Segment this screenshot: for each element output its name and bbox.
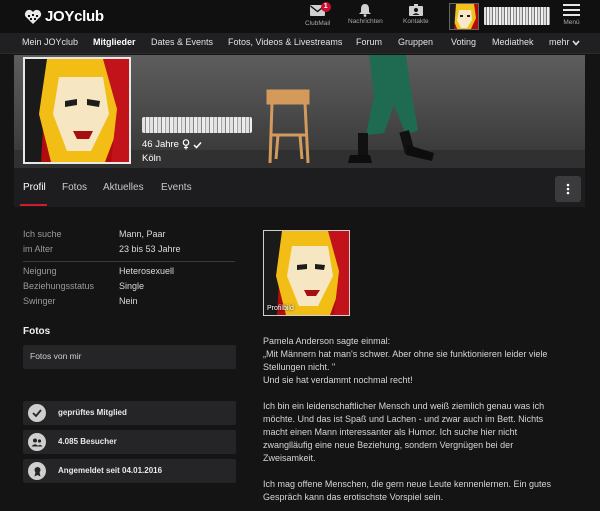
check-icon xyxy=(28,404,46,422)
nav-voting[interactable]: Voting xyxy=(451,37,476,47)
stat-verified-text: geprüftes Mitglied xyxy=(58,408,127,417)
detail-label-ich-suche: Ich suche xyxy=(23,229,62,239)
details-divider xyxy=(23,261,235,262)
main-navigation: Mein JOYclub Mitglieder Dates & Events F… xyxy=(0,33,600,54)
users-icon xyxy=(28,433,46,451)
verified-check-icon xyxy=(193,141,202,149)
fotos-section-title: Fotos xyxy=(23,326,51,337)
bio-line: Stellungen nicht. " xyxy=(263,362,336,372)
fotos-von-mir-button[interactable]: Fotos von mir xyxy=(23,345,236,369)
detail-label-im-alter: im Alter xyxy=(23,244,54,254)
profile-city: Köln xyxy=(142,153,162,164)
detail-value-neigung: Heterosexuell xyxy=(119,266,175,276)
bio-line: Gespräch kann das erotischste Vorspiel s… xyxy=(263,492,444,502)
bio-line: macht einen Mann interessanter als Humor… xyxy=(263,427,518,437)
user-name-blurred[interactable] xyxy=(484,7,550,25)
detail-value-im-alter: 23 bis 53 Jahre xyxy=(119,244,181,254)
contacts-label: Kontakte xyxy=(403,18,429,25)
user-avatar[interactable] xyxy=(449,3,479,30)
nav-forum[interactable]: Forum xyxy=(356,37,382,47)
detail-value-ich-suche: Mann, Paar xyxy=(119,229,166,239)
bio-line: möchte. Und das ist Spaß und Lachen - un… xyxy=(263,414,544,424)
clubmail-button[interactable]: 1 ClubMail xyxy=(305,2,331,27)
top-bar: JOYclub 1 ClubMail Nachrichten Kontakte xyxy=(0,0,600,33)
notifications-label: Nachrichten xyxy=(348,18,383,25)
bio-line: „Mit Männern hat man's schwer. Aber ohne… xyxy=(263,349,548,359)
clubmail-label: ClubMail xyxy=(305,20,331,27)
bio-line: Pamela Anderson sagte einmal: xyxy=(263,336,391,346)
ribbon-icon xyxy=(28,462,46,480)
menu-label: Menü xyxy=(563,19,580,26)
clubmail-badge: 1 xyxy=(320,2,331,12)
profile-thumbnail-image xyxy=(264,231,349,315)
nav-gruppen[interactable]: Gruppen xyxy=(398,37,433,47)
female-icon xyxy=(182,139,190,150)
notifications-button[interactable]: Nachrichten xyxy=(348,3,383,25)
detail-value-swinger: Nein xyxy=(119,296,138,306)
tab-fotos[interactable]: Fotos xyxy=(62,182,87,193)
active-tab-indicator xyxy=(20,204,47,206)
bio-text: Pamela Anderson sagte einmal: „Mit Männe… xyxy=(263,335,583,504)
bio-line: Zweisamkeit. xyxy=(263,453,316,463)
nav-fotos-videos[interactable]: Fotos, Videos & Livestreams xyxy=(228,37,342,47)
stat-registered-text: Angemeldet seit 04.01.2016 xyxy=(58,466,163,475)
joyclub-logo[interactable]: JOYclub xyxy=(24,8,104,25)
chevron-down-icon xyxy=(572,40,580,46)
contacts-button[interactable]: Kontakte xyxy=(403,3,429,25)
bell-icon xyxy=(359,4,372,17)
profile-age: 46 Jahre xyxy=(142,139,179,150)
tab-events[interactable]: Events xyxy=(161,182,192,193)
profile-age-row: 46 Jahre xyxy=(142,139,202,150)
profile-photo-image xyxy=(25,59,129,162)
tab-profil[interactable]: Profil xyxy=(23,182,46,193)
profile-picture-thumbnail[interactable]: Profilbild xyxy=(263,230,350,316)
logo-text: JOYclub xyxy=(45,8,104,25)
tab-aktuelles[interactable]: Aktuelles xyxy=(103,182,144,193)
thumbnail-label: Profilbild xyxy=(267,305,294,312)
detail-label-beziehungsstatus: Beziehungsstatus xyxy=(23,281,95,291)
detail-label-swinger: Swinger xyxy=(23,296,56,306)
hamburger-icon xyxy=(563,4,580,16)
detail-value-beziehungsstatus: Single xyxy=(119,281,145,291)
profile-photo[interactable] xyxy=(23,57,131,164)
stat-visitors: 4.085 Besucher xyxy=(23,430,236,454)
bio-line: Ich bin ein leidenschaftlicher Mensch un… xyxy=(263,401,545,411)
nav-mediathek[interactable]: Mediathek xyxy=(492,37,534,47)
more-options-button[interactable] xyxy=(555,176,581,202)
nav-mitglieder[interactable]: Mitglieder xyxy=(93,37,136,47)
nav-mehr[interactable]: mehr xyxy=(549,37,580,47)
profile-name-blurred xyxy=(142,117,252,133)
fotos-von-mir-label: Fotos von mir xyxy=(30,351,82,361)
nav-mein-joyclub[interactable]: Mein JOYclub xyxy=(22,37,78,47)
avatar-image xyxy=(450,4,478,29)
vertical-dots-icon xyxy=(566,183,570,195)
bio-line: Ich mag offene Menschen, die gern neue L… xyxy=(263,479,552,489)
contacts-icon xyxy=(408,4,423,16)
heart-logo-icon xyxy=(24,9,42,24)
nav-dates-events[interactable]: Dates & Events xyxy=(151,37,213,47)
nav-mehr-label: mehr xyxy=(549,37,570,47)
stat-verified: geprüftes Mitglied xyxy=(23,401,236,425)
menu-button[interactable]: Menü xyxy=(563,4,580,26)
stat-registered: Angemeldet seit 04.01.2016 xyxy=(23,459,236,483)
bio-line: Und sie hat verdammt nochmal recht! xyxy=(263,375,413,385)
profile-tabs: Profil Fotos Aktuelles Events xyxy=(14,168,585,207)
bio-line: zwanglläufig eine neue Beziehung, sonder… xyxy=(263,440,514,450)
detail-label-neigung: Neigung xyxy=(23,266,57,276)
stat-visitors-text: 4.085 Besucher xyxy=(58,437,117,446)
